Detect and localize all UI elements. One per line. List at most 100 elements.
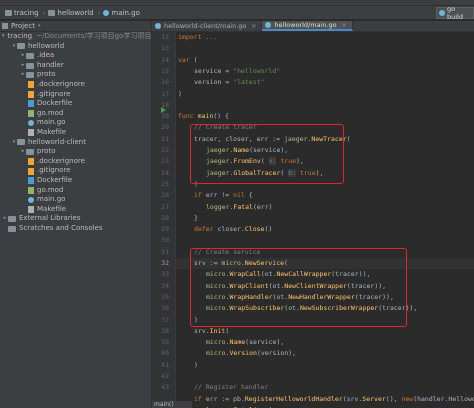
line-number: 33 <box>161 270 169 279</box>
line-number: 41 <box>161 360 169 369</box>
line-number-gutter[interactable]: 12 13 14 15 16 17 18 19 20 21 22 23 24 25 26 27 28 29 30 31… <box>152 32 176 408</box>
tree-item-label: proto <box>37 70 56 79</box>
docker-file-icon <box>28 100 34 108</box>
tree-item[interactable]: go.mod <box>0 109 151 119</box>
tab-helloworld-main[interactable]: helloworld/main.go ✕ <box>262 21 353 31</box>
line-number: 40 <box>161 349 169 358</box>
line-number: 39 <box>161 338 169 347</box>
line-number: 25 <box>161 179 169 188</box>
tree-item-label: .idea <box>37 51 55 60</box>
line-number: 43 <box>161 383 169 392</box>
breadcrumb-item[interactable]: main.go <box>100 9 140 17</box>
tree-item-label: Scratches and Consoles <box>19 223 103 232</box>
code-line: import ... <box>178 33 218 41</box>
tree-item[interactable]: .gitignore <box>0 166 151 176</box>
status-function-label: main() <box>152 401 192 408</box>
tree-item[interactable]: Makefile <box>0 205 151 215</box>
line-number: 18 <box>161 100 169 109</box>
chevron-down-icon: ▾ <box>37 23 41 29</box>
close-icon[interactable]: ✕ <box>251 23 256 30</box>
line-number: 12 <box>161 33 169 41</box>
tree-item[interactable]: ▸ .idea <box>0 51 151 61</box>
code-line: var ( <box>178 55 198 64</box>
code-line: version = "latest" <box>194 78 265 87</box>
tree-item[interactable]: Scratches and Consoles <box>0 224 151 234</box>
tree-item[interactable]: Dockerfile <box>0 176 151 186</box>
line-number: 34 <box>161 281 169 290</box>
line-number: 30 <box>161 236 169 245</box>
folder-icon <box>17 43 25 50</box>
tree-item[interactable]: .dockerignore <box>0 157 151 167</box>
tree-item-label: helloworld-client <box>28 137 86 146</box>
go-file-icon <box>265 22 272 28</box>
tree-item-label: go.mod <box>37 185 64 194</box>
git-file-icon <box>28 167 34 175</box>
git-file-icon <box>28 158 34 166</box>
chevron-down-icon[interactable]: ▾ <box>2 32 5 42</box>
close-icon[interactable]: ✕ <box>342 22 347 29</box>
code-line: logger.Fatal(err) <box>206 202 273 211</box>
line-number: 15 <box>161 66 169 75</box>
line-number: 35 <box>161 292 169 301</box>
tree-item[interactable]: Dockerfile <box>0 99 151 109</box>
tree-item[interactable]: ▸ handler <box>0 61 151 71</box>
code-line: srv.Init( <box>194 326 230 335</box>
tree-item-label: .dockerignore <box>37 156 85 165</box>
line-number: 22 <box>161 146 169 154</box>
tree-item-label: tracing <box>7 32 33 40</box>
code-line: defer closer.Close() <box>194 225 273 234</box>
folder-icon <box>8 225 16 232</box>
line-number: 38 <box>161 326 169 335</box>
code-line: ) <box>178 89 182 98</box>
tree-item[interactable]: .gitignore <box>0 90 151 100</box>
tree-item[interactable]: main.go <box>0 195 151 205</box>
folder-icon <box>5 9 12 16</box>
line-number: 26 <box>161 191 169 200</box>
project-panel-header[interactable]: Project ▾ <box>0 21 151 32</box>
tree-item[interactable]: main.go <box>0 118 151 128</box>
line-number: 21 <box>161 134 169 143</box>
folder-icon <box>8 216 16 223</box>
folder-icon <box>26 52 34 59</box>
go-file-icon <box>28 120 34 127</box>
run-configuration-selector[interactable]: go build <box>436 5 474 21</box>
tree-item-label: Dockerfile <box>37 175 73 184</box>
go-icon <box>439 10 445 16</box>
line-number: 19 <box>161 112 169 121</box>
tree-item[interactable]: go.mod <box>0 186 151 196</box>
tree-item-label: main.go <box>37 118 66 127</box>
tree-item[interactable]: ▸ proto <box>0 147 151 157</box>
breadcrumb-item[interactable]: helloworld › <box>45 9 100 17</box>
tree-item[interactable]: ▸ proto <box>0 70 151 80</box>
tree-item-label: External Libraries <box>19 214 81 223</box>
folder-icon <box>26 148 34 155</box>
navigation-bar: tracing › helloworld › main.go go build <box>0 5 474 21</box>
tree-item[interactable]: ▾tracing~/Documents/学习项目go学习项目/tracing <box>0 32 151 42</box>
folder-icon <box>17 139 25 146</box>
tree-item-label: Makefile <box>37 204 67 213</box>
breadcrumb-item[interactable]: tracing › <box>2 9 45 17</box>
folder-icon <box>26 72 34 79</box>
line-number: 37 <box>161 315 169 324</box>
line-number: 23 <box>161 157 169 166</box>
code-line: func main() { <box>178 112 229 121</box>
tree-item-label: proto <box>37 147 56 156</box>
folder-icon <box>26 62 34 69</box>
tree-item[interactable]: .dockerignore <box>0 80 151 90</box>
line-number: 20 <box>161 123 169 132</box>
line-number: 36 <box>161 304 169 313</box>
tree-item[interactable]: ▾ helloworld-client <box>0 138 151 148</box>
tree-item-label: .gitignore <box>37 89 71 98</box>
tree-item[interactable]: Makefile <box>0 128 151 138</box>
tree-item[interactable]: ▾ helloworld <box>0 42 151 52</box>
tab-helloworld-client-main[interactable]: helloworld-client/main.go ✕ <box>152 21 263 31</box>
line-number: 14 <box>161 55 169 64</box>
code-line: micro.Name(service), <box>206 338 285 347</box>
tree-item[interactable]: ▸ External Libraries <box>0 214 151 224</box>
tree-item-path: ~/Documents/学习项目go学习项目/tracing <box>36 32 152 40</box>
tree-item-label: Makefile <box>37 127 67 136</box>
line-number: 13 <box>161 44 169 53</box>
code-editor[interactable]: import ... var ( service = "helloworld" … <box>176 32 474 408</box>
line-number: 31 <box>161 247 169 256</box>
mod-file-icon <box>28 110 34 118</box>
